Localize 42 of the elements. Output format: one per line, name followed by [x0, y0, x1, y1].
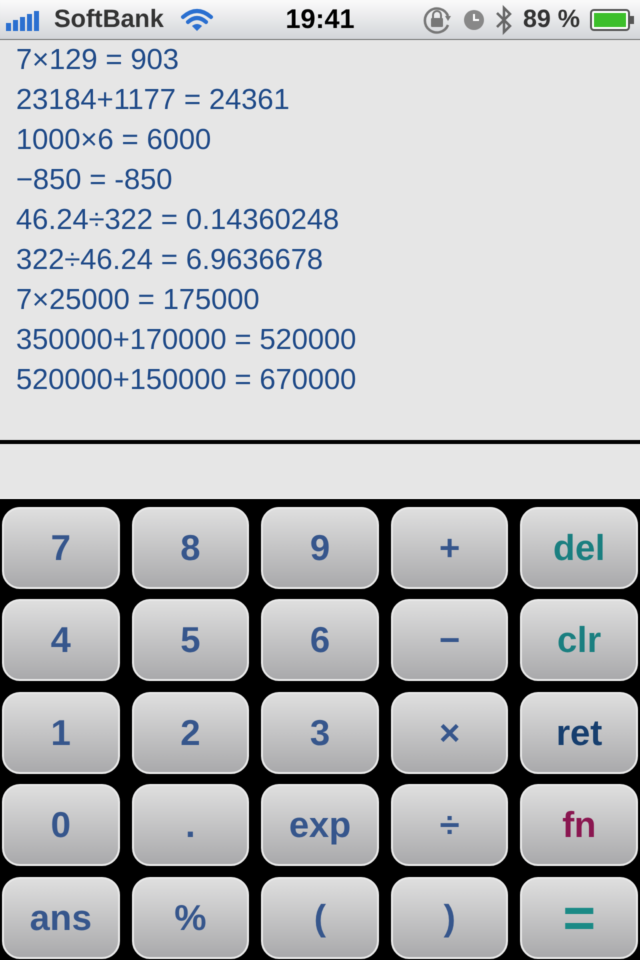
key-button[interactable]: =: [520, 876, 638, 959]
key-button[interactable]: 9: [261, 507, 379, 589]
key-button[interactable]: 2: [132, 692, 250, 774]
key-button[interactable]: 7: [2, 507, 120, 589]
key-button[interactable]: 1: [2, 692, 120, 774]
history-line: 1000×6 = 6000: [16, 123, 212, 158]
key-button[interactable]: (: [261, 876, 379, 959]
key-button[interactable]: ÷: [390, 784, 508, 866]
key-button[interactable]: 6: [261, 599, 379, 682]
history-line: 23184+1177 = 24361: [16, 83, 290, 118]
wifi-icon: [180, 8, 214, 32]
battery-icon: [590, 8, 634, 30]
key-button[interactable]: del: [520, 507, 638, 589]
key-button[interactable]: 8: [132, 507, 250, 589]
key-button[interactable]: .: [132, 784, 250, 866]
key-button[interactable]: −: [390, 599, 508, 682]
key-button[interactable]: 5: [132, 599, 250, 682]
history-line: 520000+150000 = 670000: [16, 363, 356, 398]
history-line: 7×129 = 903: [16, 43, 179, 78]
key-button[interactable]: clr: [520, 599, 638, 682]
key-button[interactable]: fn: [520, 784, 638, 866]
key-button[interactable]: ret: [520, 692, 638, 774]
key-button[interactable]: ×: [390, 692, 508, 774]
key-button[interactable]: ans: [2, 876, 120, 959]
key-button[interactable]: ): [390, 876, 508, 959]
key-button[interactable]: 0: [2, 784, 120, 866]
bluetooth-icon: [495, 4, 514, 34]
key-button[interactable]: %: [132, 876, 250, 959]
clock-icon: [463, 8, 486, 30]
input-field[interactable]: [0, 444, 640, 499]
key-button[interactable]: 4: [2, 599, 120, 682]
history-line: 7×25000 = 175000: [16, 283, 260, 318]
history-line: 350000+170000 = 520000: [16, 323, 356, 358]
key-button[interactable]: exp: [261, 784, 379, 866]
carrier-name: SoftBank: [54, 5, 164, 34]
history-line: −850 = -850: [16, 163, 172, 198]
history-line: 322÷46.24 = 6.9636678: [16, 243, 324, 278]
history-line: 46.24÷322 = 0.14360248: [16, 203, 340, 238]
clock-time: 19:41: [285, 4, 355, 35]
key-button[interactable]: 3: [261, 692, 379, 774]
battery-percent: 89 %: [523, 5, 580, 34]
key-button[interactable]: +: [390, 507, 508, 589]
